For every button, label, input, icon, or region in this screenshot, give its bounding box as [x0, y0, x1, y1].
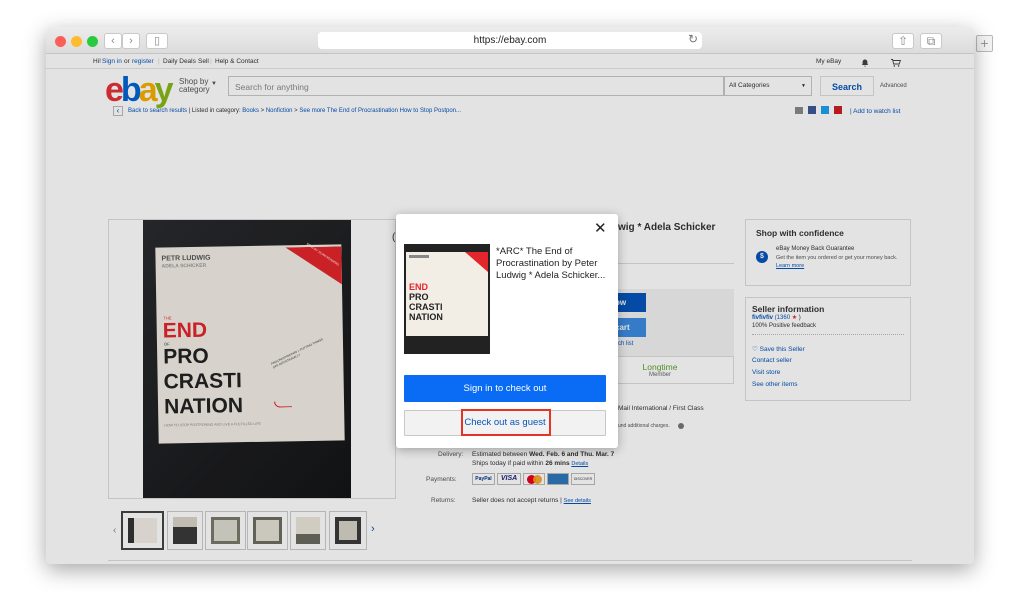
back-icon[interactable]: ‹	[104, 33, 122, 49]
zoom-window-button[interactable]	[87, 36, 98, 47]
modal-item-image: END PRO CRASTI NATION	[404, 244, 490, 354]
reload-icon[interactable]: ↻	[688, 32, 698, 46]
checkout-modal: ✕ END PRO CRASTI NATION *ARC* The End of…	[396, 214, 618, 448]
modal-cover-nation: NATION	[409, 312, 443, 322]
modal-cover-end: END	[409, 282, 429, 292]
share-icon[interactable]: ⇧	[892, 33, 914, 49]
ebay-page: Hi! Sign in or register | Daily Deals | …	[46, 54, 974, 564]
sign-in-to-check-out-button[interactable]: Sign in to check out	[404, 375, 606, 402]
modal-cover-pro: PRO	[409, 292, 429, 302]
modal-book-cover: END PRO CRASTI NATION	[406, 252, 488, 336]
check-out-as-guest-button[interactable]: Check out as guest	[404, 409, 606, 436]
modal-cover-author	[409, 255, 429, 258]
browser-window: ‹ › ▯ https://ebay.com ↻ ⇧ ⧉ Hi! Sign in…	[46, 27, 974, 564]
forward-icon[interactable]: ›	[122, 33, 140, 49]
sidebar-icon[interactable]: ▯	[146, 33, 168, 49]
address-bar[interactable]: https://ebay.com	[318, 32, 702, 49]
title-bar: ‹ › ▯ https://ebay.com ↻ ⇧ ⧉	[46, 27, 974, 54]
minimize-window-button[interactable]	[71, 36, 82, 47]
url-text: https://ebay.com	[473, 35, 547, 46]
close-icon[interactable]: ✕	[594, 219, 607, 237]
check-out-as-guest-label: Check out as guest	[464, 417, 546, 428]
tabs-icon[interactable]: ⧉	[920, 33, 942, 49]
close-window-button[interactable]	[55, 36, 66, 47]
modal-cover-sticker	[465, 252, 488, 272]
new-tab-button[interactable]: +	[976, 35, 993, 52]
modal-cover-crasti: CRASTI	[409, 302, 443, 312]
modal-item-title: *ARC* The End of Procrastination by Pete…	[496, 246, 606, 281]
